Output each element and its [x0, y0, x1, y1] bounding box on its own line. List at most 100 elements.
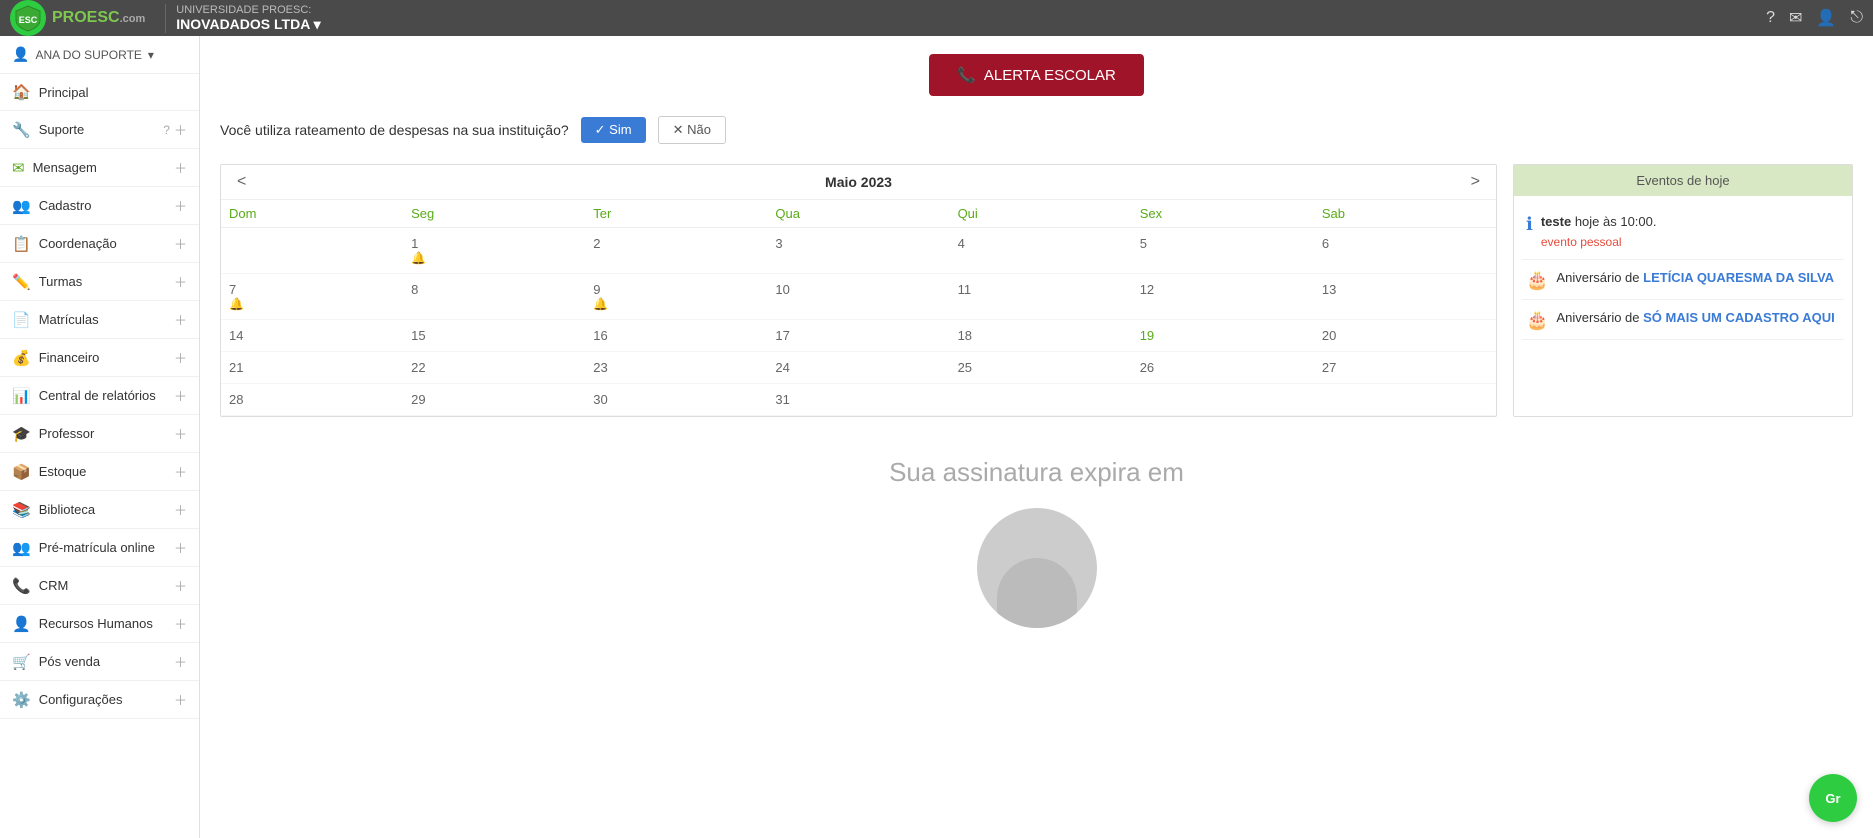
- sidebar-item-prematricula[interactable]: 👥 Pré-matrícula online ＋: [0, 529, 199, 567]
- sidebar-item-turmas[interactable]: ✏️ Turmas ＋: [0, 263, 199, 301]
- prematricula-icon: 👥: [12, 539, 31, 557]
- expand-icon[interactable]: ＋: [174, 310, 187, 329]
- posvenda-icon: 🛒: [12, 653, 31, 671]
- biblioteca-icon: 📚: [12, 501, 31, 519]
- event-person: LETÍCIA QUARESMA DA SILVA: [1643, 270, 1834, 285]
- question-text: Você utiliza rateamento de despesas na s…: [220, 122, 569, 138]
- calendar-section: < Maio 2023 > Dom Seg Ter Qua Qui Sex Sa: [200, 154, 1873, 427]
- cal-day: 5: [1132, 228, 1314, 274]
- expand-icon[interactable]: ＋: [174, 272, 187, 291]
- sidebar-item-professor[interactable]: 🎓 Professor ＋: [0, 415, 199, 453]
- help-icon[interactable]: ?: [1766, 9, 1775, 27]
- expand-icon[interactable]: ＋: [174, 690, 187, 709]
- sidebar-item-matriculas[interactable]: 📄 Matrículas ＋: [0, 301, 199, 339]
- sidebar-item-configuracoes[interactable]: ⚙️ Configurações ＋: [0, 681, 199, 719]
- sidebar-item-estoque[interactable]: 📦 Estoque ＋: [0, 453, 199, 491]
- cal-day: 26: [1132, 352, 1314, 384]
- cal-header-qua: Qua: [767, 200, 949, 228]
- cal-day: 21: [221, 352, 403, 384]
- expand-icon[interactable]: ＋: [174, 348, 187, 367]
- sidebar-item-label: Turmas: [39, 274, 83, 289]
- help-circle-icon[interactable]: ?: [163, 123, 170, 137]
- sidebar-item-posvenda[interactable]: 🛒 Pós venda ＋: [0, 643, 199, 681]
- cal-day: 14: [221, 320, 403, 352]
- expand-icon[interactable]: ＋: [174, 234, 187, 253]
- sidebar-item-label: Pós venda: [39, 654, 100, 669]
- expand-icon[interactable]: ＋: [174, 120, 187, 139]
- cal-day: 30: [585, 384, 767, 416]
- alert-escolar-button[interactable]: 📞 ALERTA ESCOLAR: [929, 54, 1144, 96]
- sidebar-item-principal[interactable]: 🏠 Principal: [0, 74, 199, 111]
- nao-button[interactable]: ✕ Não: [658, 116, 726, 144]
- expand-icon[interactable]: ＋: [174, 538, 187, 557]
- chat-button[interactable]: Gr: [1809, 774, 1857, 822]
- rh-icon: 👤: [12, 615, 31, 633]
- birthday-icon: 🎂: [1526, 310, 1548, 331]
- calendar-box: < Maio 2023 > Dom Seg Ter Qua Qui Sex Sa: [220, 164, 1497, 417]
- topbar: ESC PROESC.com UNIVERSIDADE PROESC: INOV…: [0, 0, 1873, 36]
- question-row: Você utiliza rateamento de despesas na s…: [200, 106, 1873, 154]
- sidebar-item-suporte[interactable]: 🔧 Suporte ? ＋: [0, 111, 199, 149]
- event-item: 🎂 Aniversário de LETÍCIA QUARESMA DA SIL…: [1522, 260, 1844, 300]
- cal-day: 18: [950, 320, 1132, 352]
- sidebar-item-biblioteca[interactable]: 📚 Biblioteca ＋: [0, 491, 199, 529]
- matriculas-icon: 📄: [12, 311, 31, 329]
- sidebar-user-arrow: ▾: [148, 48, 154, 62]
- mail-icon[interactable]: ✉: [1789, 8, 1802, 28]
- logout-icon[interactable]: ⎋: [1850, 9, 1863, 27]
- cal-day: 20: [1314, 320, 1496, 352]
- coordenacao-icon: 📋: [12, 235, 31, 253]
- sidebar-item-financeiro[interactable]: 💰 Financeiro ＋: [0, 339, 199, 377]
- svg-text:ESC: ESC: [19, 15, 38, 25]
- sidebar-item-mensagem[interactable]: ✉ Mensagem ＋: [0, 149, 199, 187]
- sidebar-item-label: Coordenação: [39, 236, 117, 251]
- topbar-right: ? ✉ 👤 ⎋: [1766, 8, 1863, 28]
- cal-day: 4: [950, 228, 1132, 274]
- sidebar-item-label: Mensagem: [33, 160, 97, 175]
- expand-icon[interactable]: ＋: [174, 576, 187, 595]
- calendar-prev-button[interactable]: <: [221, 165, 262, 199]
- event-prefix: Aniversário de: [1556, 310, 1643, 325]
- user-avatar-icon: 👤: [12, 46, 29, 63]
- sidebar-item-label: Pré-matrícula online: [39, 540, 155, 555]
- calendar-next-button[interactable]: >: [1455, 165, 1496, 199]
- sidebar-item-crm[interactable]: 📞 CRM ＋: [0, 567, 199, 605]
- sidebar-item-label: Central de relatórios: [39, 388, 156, 403]
- layout: 👤 ANA DO SUPORTE ▾ 🏠 Principal 🔧 Suporte…: [0, 36, 1873, 838]
- sidebar-item-coordenacao[interactable]: 📋 Coordenação ＋: [0, 225, 199, 263]
- event-person: SÓ MAIS UM CADASTRO AQUI: [1643, 310, 1835, 325]
- cal-day[interactable]: 7🔔: [221, 274, 403, 320]
- sidebar-item-cadastro[interactable]: 👥 Cadastro ＋: [0, 187, 199, 225]
- cal-day[interactable]: 1🔔: [403, 228, 585, 274]
- user-icon[interactable]: 👤: [1816, 8, 1836, 28]
- sim-button[interactable]: ✓ Sim: [581, 117, 646, 143]
- expand-icon[interactable]: ＋: [174, 462, 187, 481]
- message-icon: ✉: [12, 159, 25, 177]
- expand-icon[interactable]: ＋: [174, 196, 187, 215]
- expand-icon[interactable]: ＋: [174, 614, 187, 633]
- expand-icon[interactable]: ＋: [174, 652, 187, 671]
- cal-day: 31: [767, 384, 949, 416]
- financeiro-icon: 💰: [12, 349, 31, 367]
- events-panel: Eventos de hoje ℹ teste hoje às 10:00. e…: [1513, 164, 1853, 417]
- cal-day: 27: [1314, 352, 1496, 384]
- calendar-table: Dom Seg Ter Qua Qui Sex Sab 1🔔: [221, 200, 1496, 416]
- sidebar-item-label: Professor: [39, 426, 95, 441]
- expand-icon[interactable]: ＋: [174, 424, 187, 443]
- info-icon: ℹ: [1526, 214, 1533, 235]
- professor-icon: 🎓: [12, 425, 31, 443]
- topbar-left: ESC PROESC.com UNIVERSIDADE PROESC: INOV…: [10, 0, 321, 36]
- sidebar-item-rh[interactable]: 👤 Recursos Humanos ＋: [0, 605, 199, 643]
- uni-name[interactable]: INOVADADOS LTDA ▾: [176, 16, 320, 33]
- sidebar-item-relatorios[interactable]: 📊 Central de relatórios ＋: [0, 377, 199, 415]
- sidebar-user[interactable]: 👤 ANA DO SUPORTE ▾: [0, 36, 199, 74]
- cal-day: 13: [1314, 274, 1496, 320]
- cal-day[interactable]: 9🔔: [585, 274, 767, 320]
- table-row: 28 29 30 31: [221, 384, 1496, 416]
- expand-icon[interactable]: ＋: [174, 158, 187, 177]
- relatorios-icon: 📊: [12, 387, 31, 405]
- cal-header-sex: Sex: [1132, 200, 1314, 228]
- subscription-text: Sua assinatura expira em: [220, 457, 1853, 488]
- expand-icon[interactable]: ＋: [174, 386, 187, 405]
- expand-icon[interactable]: ＋: [174, 500, 187, 519]
